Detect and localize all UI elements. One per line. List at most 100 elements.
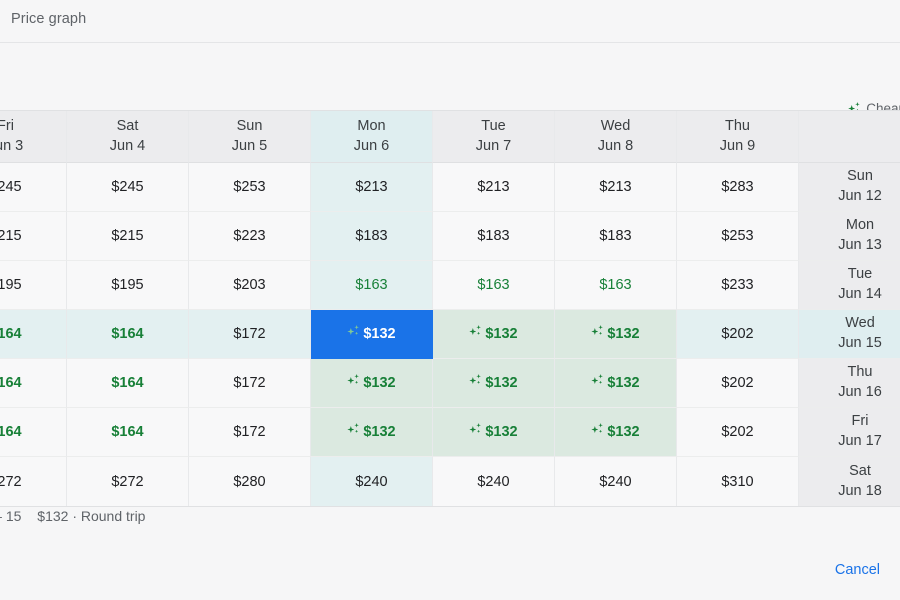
column-header-tue[interactable]: TueJun 7 [433, 111, 555, 163]
column-header-dow: Fri [0, 117, 14, 137]
price-cell[interactable]: $253 [189, 163, 311, 212]
price-cell[interactable]: $283 [677, 163, 799, 212]
price-value: $164 [0, 424, 22, 440]
price-value: $280 [233, 474, 265, 490]
price-cell[interactable]: $132 [555, 359, 677, 408]
price-value: $202 [721, 375, 753, 391]
price-value: $132 [485, 424, 517, 440]
return-date-header[interactable]: SunJun 12 [799, 163, 900, 212]
grid-row: $164$164$172$132$132$132$202ThuJun 16 [0, 359, 900, 408]
selection-summary: Jun 6 – 15 $132 · Round trip [0, 508, 145, 524]
price-cell[interactable]: $245 [0, 163, 67, 212]
sparkle-icon [591, 423, 603, 435]
cancel-button[interactable]: Cancel [825, 554, 890, 586]
price-cell[interactable]: $202 [677, 408, 799, 457]
return-date-header[interactable]: ThuJun 16 [799, 359, 900, 408]
price-cell[interactable]: $132 [311, 359, 433, 408]
return-date-dow: Sat [849, 462, 871, 482]
return-column-header [799, 111, 900, 163]
price-cell[interactable]: $233 [677, 261, 799, 310]
price-cell[interactable]: $195 [0, 261, 67, 310]
sparkle-icon [347, 423, 359, 435]
price-value: $172 [233, 375, 265, 391]
price-cell[interactable]: $215 [67, 212, 189, 261]
column-header-date: Jun 6 [354, 137, 389, 157]
price-value: $132 [607, 375, 639, 391]
price-cell[interactable]: $164 [0, 359, 67, 408]
column-header-dow: Mon [357, 117, 385, 137]
price-cell[interactable]: $163 [555, 261, 677, 310]
return-date-date: Jun 14 [838, 285, 882, 305]
return-date-header[interactable]: WedJun 15 [799, 310, 900, 359]
column-header-wed[interactable]: WedJun 8 [555, 111, 677, 163]
price-cell[interactable]: $203 [189, 261, 311, 310]
column-header-dow: Wed [601, 117, 631, 137]
price-cell[interactable]: $213 [311, 163, 433, 212]
column-header-mon[interactable]: MonJun 6 [311, 111, 433, 163]
return-date-header[interactable]: TueJun 14 [799, 261, 900, 310]
column-header-sat[interactable]: SatJun 4 [67, 111, 189, 163]
price-cell[interactable]: $132 [311, 408, 433, 457]
price-value: $213 [355, 179, 387, 195]
price-cell[interactable]: $164 [67, 310, 189, 359]
price-cell[interactable]: $240 [433, 457, 555, 506]
column-header-date: Jun 4 [110, 137, 145, 157]
price-cell[interactable]: $164 [67, 408, 189, 457]
column-header-sun[interactable]: SunJun 5 [189, 111, 311, 163]
price-cell[interactable]: $195 [67, 261, 189, 310]
price-cell[interactable]: $183 [555, 212, 677, 261]
return-date-header[interactable]: FriJun 17 [799, 408, 900, 457]
price-cell[interactable]: $132 [433, 408, 555, 457]
price-cell[interactable]: $163 [311, 261, 433, 310]
price-cell[interactable]: $132 [555, 310, 677, 359]
price-cell[interactable]: $164 [67, 359, 189, 408]
price-cell[interactable]: $164 [0, 408, 67, 457]
price-cell[interactable]: $310 [677, 457, 799, 506]
return-date-header[interactable]: SatJun 18 [799, 457, 900, 506]
price-cell[interactable]: $164 [0, 310, 67, 359]
price-cell[interactable]: $223 [189, 212, 311, 261]
sparkle-icon [469, 325, 481, 337]
grid-row: $164$164$172$132$132$132$202FriJun 17 [0, 408, 900, 457]
price-cell[interactable]: $240 [555, 457, 677, 506]
price-cell[interactable]: $240 [311, 457, 433, 506]
price-cell[interactable]: $202 [677, 310, 799, 359]
price-cell[interactable]: $132 [555, 408, 677, 457]
price-value: $164 [0, 375, 22, 391]
price-cell[interactable]: $163 [433, 261, 555, 310]
column-header-thu[interactable]: ThuJun 9 [677, 111, 799, 163]
price-cell[interactable]: $253 [677, 212, 799, 261]
price-value: $245 [111, 179, 143, 195]
tab-price-graph[interactable]: Price graph [11, 11, 86, 27]
price-cell[interactable]: $215 [0, 212, 67, 261]
price-cell[interactable]: $272 [0, 457, 67, 506]
price-value: $163 [599, 277, 631, 293]
grid-row: $215$215$223$183$183$183$253MonJun 13 [0, 212, 900, 261]
price-cell[interactable]: $202 [677, 359, 799, 408]
return-date-header[interactable]: MonJun 13 [799, 212, 900, 261]
sparkle-icon [469, 374, 481, 386]
price-cell[interactable]: $183 [311, 212, 433, 261]
price-value: $223 [233, 228, 265, 244]
price-value: $163 [477, 277, 509, 293]
price-cell[interactable]: $132 [311, 310, 433, 359]
column-header-date: Jun 8 [598, 137, 633, 157]
price-cell[interactable]: $172 [189, 310, 311, 359]
price-value: $215 [111, 228, 143, 244]
price-cell[interactable]: $132 [433, 310, 555, 359]
price-cell[interactable]: $280 [189, 457, 311, 506]
price-cell[interactable]: $132 [433, 359, 555, 408]
price-cell[interactable]: $213 [555, 163, 677, 212]
sparkle-icon [347, 374, 359, 386]
price-cell[interactable]: $272 [67, 457, 189, 506]
price-value: $213 [477, 179, 509, 195]
price-cell[interactable]: $213 [433, 163, 555, 212]
price-cell[interactable]: $172 [189, 408, 311, 457]
price-cell[interactable]: $183 [433, 212, 555, 261]
column-header-fri[interactable]: FriJun 3 [0, 111, 67, 163]
price-cell[interactable]: $172 [189, 359, 311, 408]
price-cell[interactable]: $245 [67, 163, 189, 212]
column-header-date: Jun 9 [720, 137, 755, 157]
dialog-footer: Cancel [0, 544, 900, 600]
price-value: $164 [111, 326, 143, 342]
